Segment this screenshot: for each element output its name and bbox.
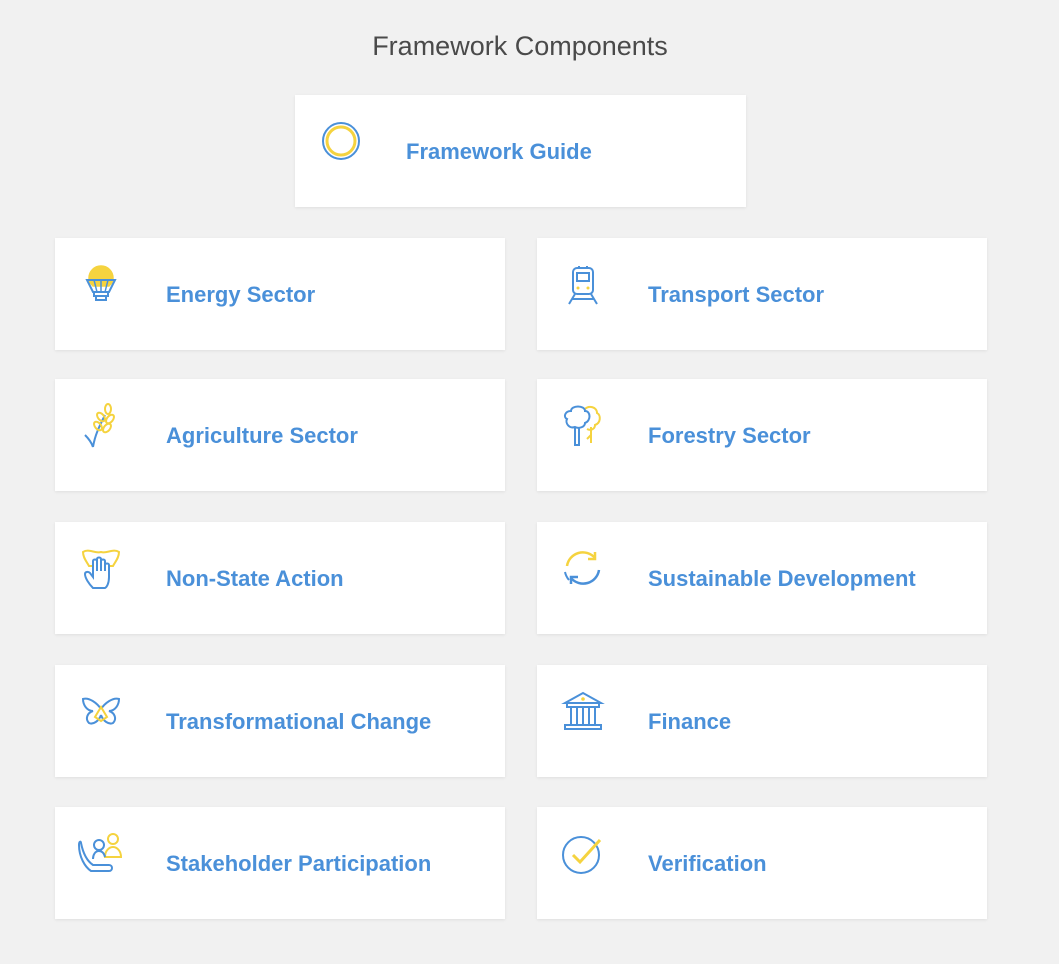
card-agriculture-sector[interactable]: Agriculture Sector <box>55 379 505 491</box>
card-transport-sector[interactable]: Transport Sector <box>537 238 987 350</box>
checkmark-circle-icon <box>559 829 607 877</box>
card-framework-guide[interactable]: Framework Guide <box>295 95 746 207</box>
card-label: Verification <box>648 851 767 876</box>
card-label: Non-State Action <box>166 566 344 591</box>
butterfly-icon <box>77 687 125 735</box>
bank-building-icon <box>559 687 607 735</box>
card-label: Transport Sector <box>648 282 825 307</box>
recycle-arrows-icon <box>559 544 607 592</box>
card-label: Forestry Sector <box>648 423 811 448</box>
train-icon <box>559 260 607 308</box>
card-finance[interactable]: Finance <box>537 665 987 777</box>
card-non-state-action[interactable]: Non-State Action <box>55 522 505 634</box>
card-stakeholder-participation[interactable]: Stakeholder Participation <box>55 807 505 919</box>
ring-icon <box>317 117 365 165</box>
card-transformational-change[interactable]: Transformational Change <box>55 665 505 777</box>
raised-hand-icon <box>77 544 125 592</box>
card-label: Stakeholder Participation <box>166 851 432 876</box>
card-forestry-sector[interactable]: Forestry Sector <box>537 379 987 491</box>
wheat-icon <box>77 401 125 449</box>
card-label: Agriculture Sector <box>166 423 358 448</box>
lightbulb-icon <box>77 260 125 308</box>
card-sustainable-development[interactable]: Sustainable Development <box>537 522 987 634</box>
page-title: Framework Components <box>372 31 668 61</box>
card-label: Sustainable Development <box>648 566 916 591</box>
card-energy-sector[interactable]: Energy Sector <box>55 238 505 350</box>
card-verification[interactable]: Verification <box>537 807 987 919</box>
tree-icon <box>559 401 607 449</box>
card-label: Transformational Change <box>166 709 432 734</box>
people-icon <box>77 829 125 877</box>
card-label: Framework Guide <box>406 139 592 164</box>
card-label: Finance <box>648 709 732 734</box>
card-label: Energy Sector <box>166 282 316 307</box>
